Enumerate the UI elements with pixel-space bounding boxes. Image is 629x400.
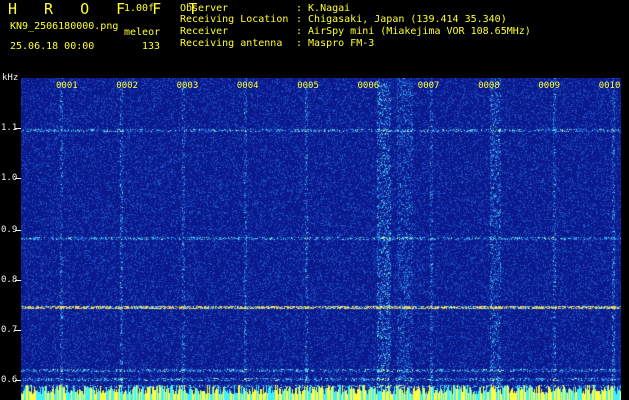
x-tick-label: 0009 [538, 81, 561, 91]
app-version: 1.00f [124, 3, 155, 14]
antenna-value: : Maspro FM-3 [296, 38, 375, 49]
y-axis: 1.1 1.0 0.9 0.8 0.7 0.6 [0, 70, 21, 400]
x-tick-label: 0003 [176, 81, 199, 91]
x-tick-label: 0010 [598, 81, 621, 91]
x-tick-label: 0007 [417, 81, 440, 91]
receiver-label: Receiver [180, 26, 229, 37]
x-tick-label: 0008 [478, 81, 500, 91]
y-tick-mark [15, 280, 21, 281]
receiver-value: : AirSpy mini (Miakejima VOR 108.65MHz) [296, 26, 531, 37]
y-tick-mark [15, 230, 21, 231]
hrofft-window: H R O F F T 1.00f KN9_2506180000.png mel… [0, 0, 629, 400]
x-tick-label: 0006 [357, 81, 380, 91]
count-value: 133 [142, 41, 161, 52]
mode-label: meleor [124, 27, 161, 38]
y-tick-mark [15, 380, 21, 381]
observer-label: Observer [180, 3, 229, 14]
observer-value: : K.Nagai [296, 3, 351, 14]
x-tick-label: 0005 [297, 81, 319, 91]
x-tick-label: 0002 [116, 81, 138, 91]
location-value: : Chigasaki, Japan (139.414 35.340) [296, 14, 507, 25]
datetime: 25.06.18 00:00 [10, 41, 95, 52]
x-tick-label: 0004 [236, 81, 259, 91]
app-title: H R O F F T [8, 0, 207, 18]
y-tick-mark [15, 178, 21, 179]
y-tick-mark [15, 128, 21, 129]
waterfall-canvas [21, 78, 621, 400]
waterfall-plot [21, 78, 621, 400]
antenna-label: Receiving antenna [180, 38, 283, 49]
file-name: KN9_2506180000.png [10, 21, 119, 32]
x-tick-label: 0001 [56, 81, 78, 91]
location-label: Receiving Location [180, 14, 289, 25]
y-tick-mark [15, 330, 21, 331]
